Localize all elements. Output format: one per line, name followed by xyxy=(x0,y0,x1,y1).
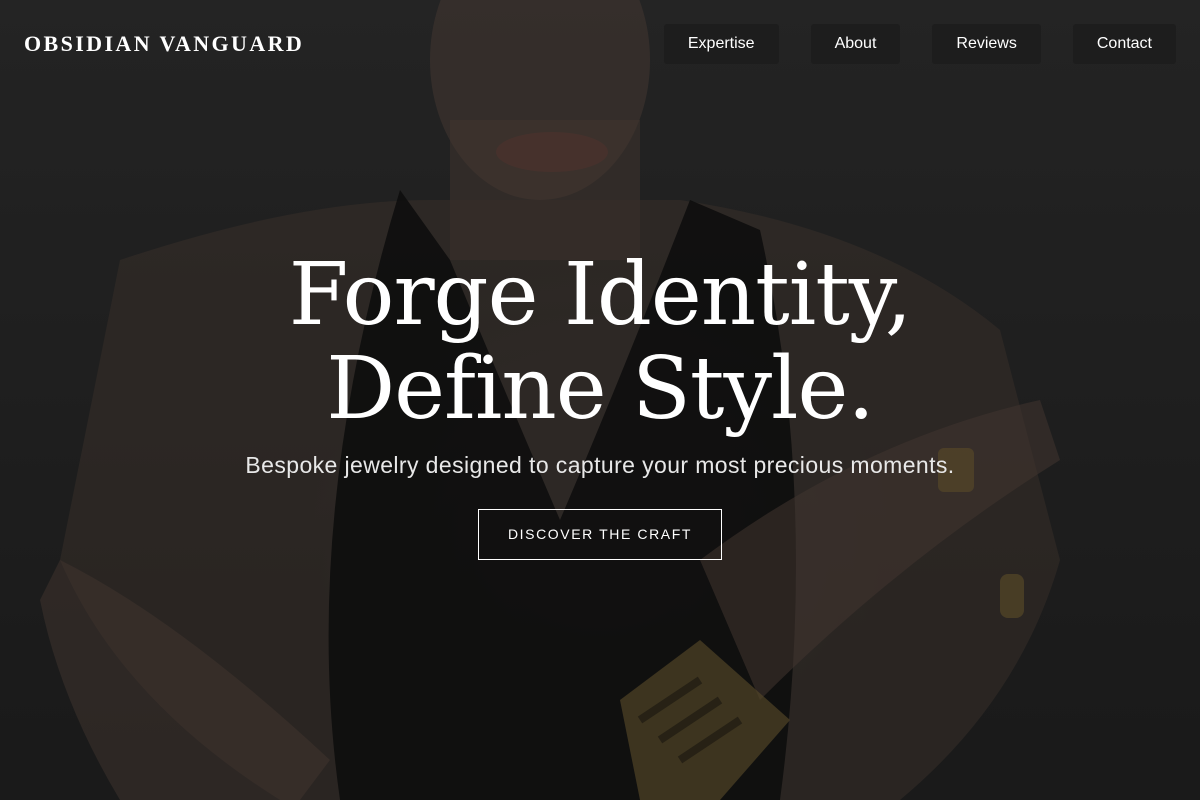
discover-craft-button[interactable]: DISCOVER THE CRAFT xyxy=(478,509,722,560)
hero-subheadline: Bespoke jewelry designed to capture your… xyxy=(245,452,955,478)
hero-headline-line-1: Forge Identity, xyxy=(288,245,913,345)
main-navigation: Expertise About Reviews Contact xyxy=(663,24,1176,64)
site-header: OBSIDIAN VANGUARD Expertise About Review… xyxy=(0,0,1200,90)
hero-headline: Forge Identity, Define Style. xyxy=(0,248,1200,436)
nav-contact-button[interactable]: Contact xyxy=(1072,24,1176,64)
nav-expertise-button[interactable]: Expertise xyxy=(663,24,779,64)
nav-about-button[interactable]: About xyxy=(810,24,901,64)
brand-logo[interactable]: OBSIDIAN VANGUARD xyxy=(24,31,304,57)
nav-reviews-button[interactable]: Reviews xyxy=(932,24,1041,64)
hero-section: Forge Identity, Define Style. Bespoke je… xyxy=(0,248,1200,560)
hero-headline-line-2: Define Style. xyxy=(326,339,875,439)
